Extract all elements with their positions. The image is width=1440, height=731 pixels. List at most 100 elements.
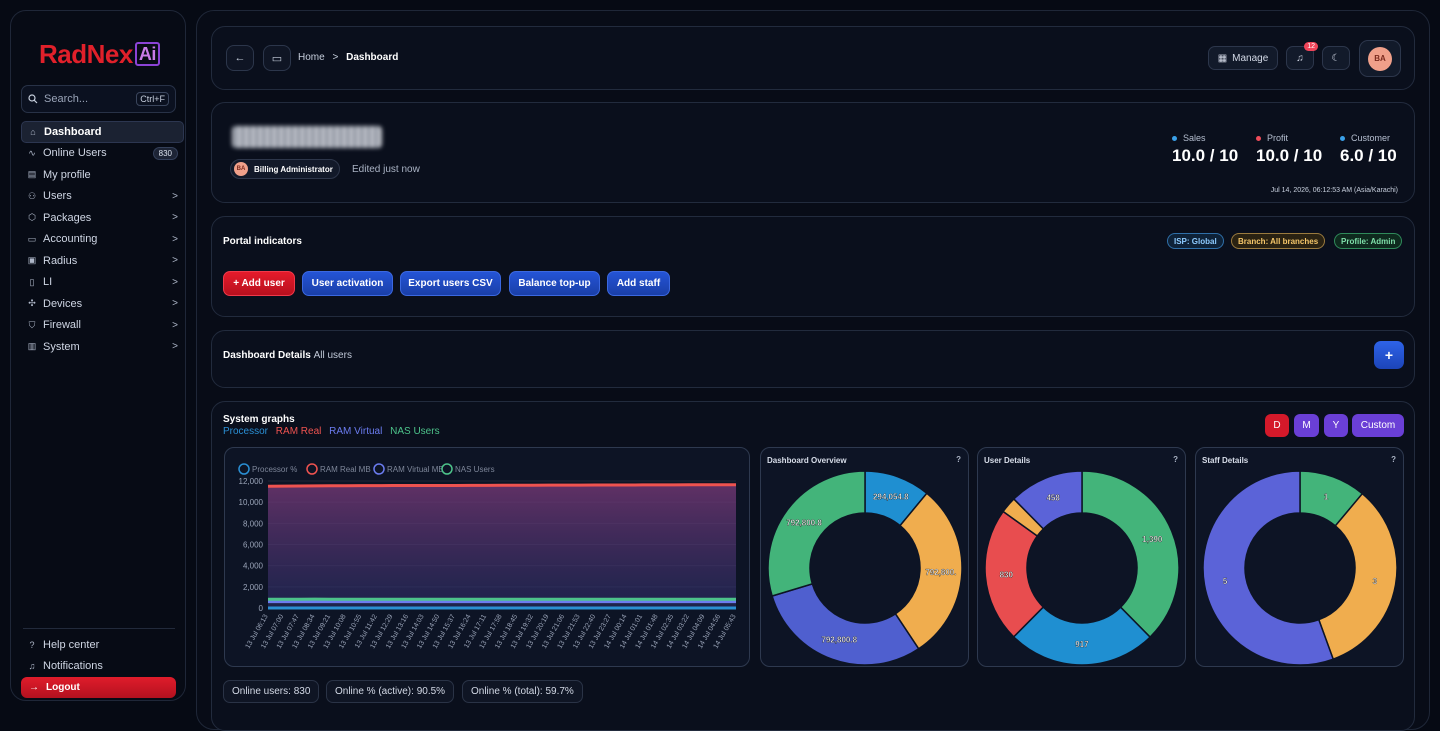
stat-sales: Sales 10.0 / 10 [1172,133,1238,166]
donut-label: 830 [1000,570,1014,579]
add-user-button[interactable]: + Add user [223,271,295,296]
user-details-title: User Details [984,456,1030,465]
brand-logo[interactable]: RadNexAi [39,39,160,70]
legend-marker [239,464,249,474]
server-icon: ▥ [27,342,37,352]
staff-details-panel: Staff Details ? 135 [1195,447,1404,667]
sidebar-item-my-profile[interactable]: ▤My profile [21,164,184,186]
tag-branch: Branch: All branches [1231,233,1325,249]
legend-marker [374,464,384,474]
sidebar-item-devices[interactable]: ✣Devices> [21,293,184,315]
breadcrumb-home[interactable]: Home [298,52,325,63]
help-icon[interactable]: ? [1391,455,1396,464]
sidebar-item-dashboard[interactable]: ⌂Dashboard [21,121,184,143]
y-tick-label: 6,000 [243,541,264,550]
logout-button[interactable]: →Logout [21,677,176,698]
sidebar-item-online-users[interactable]: ∿Online Users830 [21,143,184,165]
chevron-right-icon: > [172,191,178,202]
user-activation-button[interactable]: User activation [302,271,393,296]
sidebar-item-radius[interactable]: ▣Radius> [21,250,184,272]
redacted-username [232,126,382,148]
sidebar-item-packages[interactable]: ⬡Packages> [21,207,184,229]
range-year-button[interactable]: Y [1324,414,1348,437]
document-icon: ▯ [27,277,37,287]
range-month-button[interactable]: M [1294,414,1319,437]
legend-ram-virtual[interactable]: RAM Virtual [329,426,382,437]
donut-label: 458 [1046,494,1060,503]
balance-topup-button[interactable]: Balance top-up [509,271,600,296]
grid-icon: ▦ [1218,53,1227,64]
bell-icon: ♫ [1296,53,1304,64]
breadcrumb: Home > Dashboard [298,52,398,63]
notifications-button[interactable]: ♫12 [1286,46,1314,70]
chevron-right-icon: > [172,298,178,309]
chevron-right-icon: > [172,277,178,288]
add-staff-button[interactable]: Add staff [607,271,670,296]
donut-label: 3 [1373,577,1378,586]
sidebar-item-system[interactable]: ▥System> [21,336,184,358]
donut-label: 792,800. [925,568,956,577]
y-tick-label: 8,000 [243,519,264,528]
logout-icon: → [29,682,39,693]
legend-processor[interactable]: Processor [223,426,268,437]
legend-label: RAM Real MB [320,465,371,474]
legend-nas-users[interactable]: NAS Users [390,426,439,437]
sales-dot-icon [1172,136,1177,141]
search-icon [28,94,38,104]
main-area: ← ▭ Home > Dashboard ▦Manage ♫12 ☾ BA BA… [196,10,1430,730]
manage-button[interactable]: ▦Manage [1208,46,1278,70]
online-users-pill: Online users: 830 [223,680,319,703]
folder-button[interactable]: ▭ [263,45,291,71]
customer-value: 6.0 / 10 [1340,146,1397,166]
sidebar-item-users[interactable]: ⚇Users> [21,186,184,208]
export-users-csv-button[interactable]: Export users CSV [400,271,501,296]
notification-count-badge: 12 [1304,42,1318,51]
online-total-pill: Online % (total): 59.7% [462,680,583,703]
series-legend: Processor RAM Real RAM Virtual NAS Users [223,426,440,437]
back-button[interactable]: ← [226,45,254,71]
portal-indicators-card: Portal indicators ISP: Global Branch: Al… [211,216,1415,317]
wallet-icon: ▭ [27,234,37,244]
sidebar-divider [23,628,175,629]
sidebar-item-accounting[interactable]: ▭Accounting> [21,229,184,251]
help-icon[interactable]: ? [1173,455,1178,464]
theme-toggle-button[interactable]: ☾ [1322,46,1350,70]
y-tick-label: 12,000 [239,477,264,486]
dashboard-overview-donut: 294,054.8792,800.792,800.8792,800.8 [761,448,970,668]
line-chart-panel: Processor %RAM Real MBRAM Virtual MBNAS … [224,447,750,667]
legend-marker [442,464,452,474]
range-day-button[interactable]: D [1265,414,1289,437]
help-icon: ? [27,640,37,650]
moon-icon: ☾ [1332,53,1341,64]
sidebar-item-firewall[interactable]: ⛉Firewall> [21,315,184,337]
package-icon: ⬡ [27,213,37,223]
y-tick-label: 2,000 [243,583,264,592]
user-details-panel: User Details ? 1,390917830458 [977,447,1186,667]
sidebar-item-notifications[interactable]: ♫Notifications [21,656,184,678]
customer-dot-icon [1340,136,1345,141]
expand-details-button[interactable]: + [1374,341,1404,369]
dashboard-overview-title: Dashboard Overview [767,456,847,465]
breadcrumb-current: Dashboard [346,52,398,63]
sidebar-item-help-center[interactable]: ?Help center [21,634,184,656]
search-input[interactable]: Search... Ctrl+F [21,85,176,113]
range-custom-button[interactable]: Custom [1352,414,1404,437]
online-users-badge: 830 [153,147,178,160]
sidebar: RadNexAi Search... Ctrl+F ⌂Dashboard ∿On… [10,10,186,701]
tag-isp: ISP: Global [1167,233,1224,249]
sidebar-bottom: ?Help center ♫Notifications [21,634,184,677]
sales-value: 10.0 / 10 [1172,146,1238,166]
dashboard-overview-panel: Dashboard Overview ? 294,054.8792,800.79… [760,447,969,667]
id-card-icon: ▤ [27,170,37,180]
donut-label: 294,054.8 [873,492,909,501]
y-tick-label: 4,000 [243,562,264,571]
sidebar-item-li[interactable]: ▯LI> [21,272,184,294]
legend-label: NAS Users [455,465,495,474]
shield-icon: ⛉ [27,320,37,330]
help-icon[interactable]: ? [956,455,961,464]
avatar: BA [1368,47,1392,71]
portal-title: Portal indicators [223,236,302,247]
legend-ram-real[interactable]: RAM Real [276,426,322,437]
donut-label: 917 [1075,640,1089,649]
user-avatar-button[interactable]: BA [1359,40,1401,77]
